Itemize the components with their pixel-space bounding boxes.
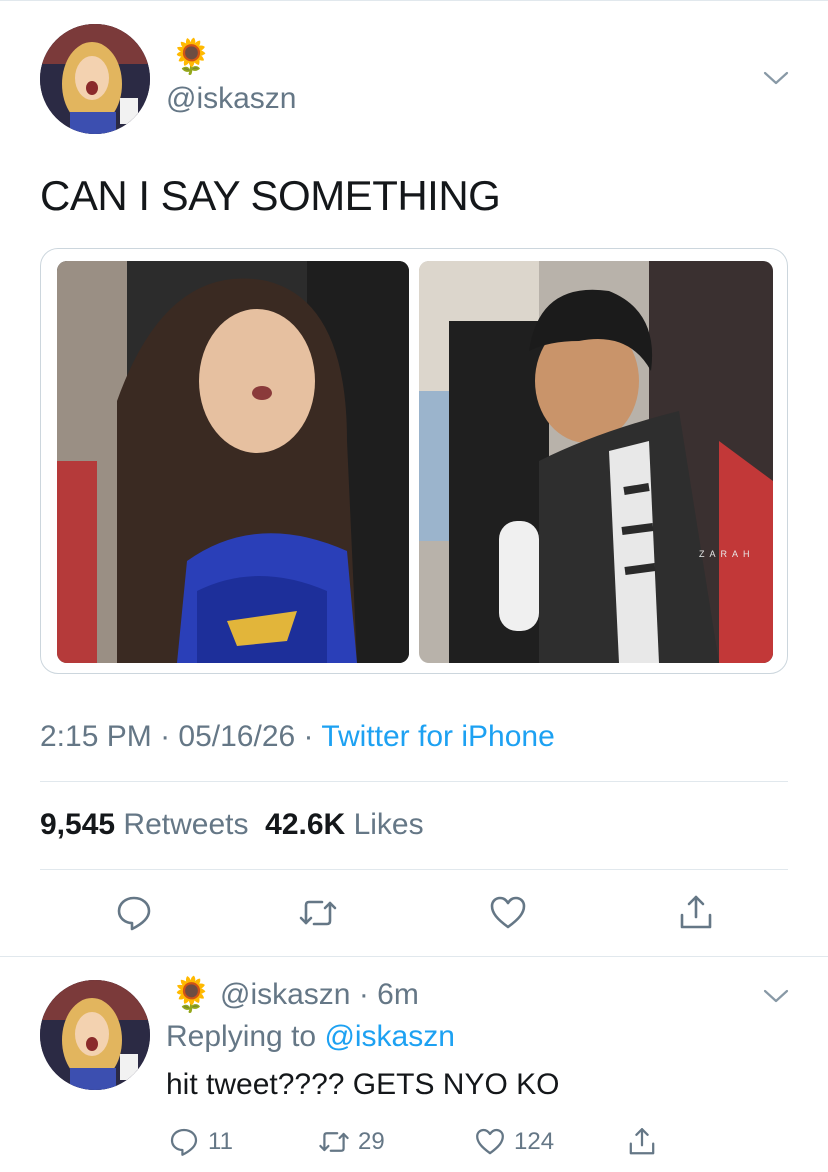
reply-retweet-button[interactable]: 29 <box>318 1124 385 1160</box>
reply-replies-count: 11 <box>208 1128 233 1155</box>
photo-right[interactable] <box>419 261 773 663</box>
share-button[interactable] <box>676 893 716 933</box>
reply-like-button[interactable]: 124 <box>474 1124 554 1160</box>
replying-to: Replying to @iskaszn <box>166 1020 455 1054</box>
tweet-stats: 9,545 Retweets 42.6K Likes <box>40 808 424 842</box>
heart-icon <box>476 1128 504 1155</box>
reply-button[interactable] <box>114 893 154 933</box>
top-divider <box>0 0 828 1</box>
chevron-down-icon[interactable] <box>762 68 790 88</box>
reply-text: hit tweet???? GETS NYO KO <box>166 1068 560 1101</box>
tweet-text: CAN I SAY SOMETHING <box>40 172 501 219</box>
sunflower-emoji: 🌻 <box>170 38 213 76</box>
sunflower-emoji: 🌻 <box>170 976 213 1014</box>
replying-label: Replying to <box>166 1020 317 1053</box>
reply-likes-count: 124 <box>514 1128 555 1155</box>
tweet-time: 2:15 PM <box>40 720 152 753</box>
avatar-photo <box>40 24 150 134</box>
speech-bubble-icon <box>170 1128 198 1156</box>
meta-separator: · <box>151 720 179 753</box>
reply-age: 6m <box>377 978 419 1011</box>
tweet-meta: 2:15 PM · 05/16/26 · Twitter for iPhone <box>40 720 555 754</box>
author-avatar[interactable] <box>40 24 150 134</box>
likes-stat[interactable]: 42.6K Likes <box>265 808 423 841</box>
divider <box>0 956 828 957</box>
retweets-count: 9,545 <box>40 808 116 841</box>
avatar-photo <box>40 980 150 1090</box>
reply-reply-button[interactable]: 11 <box>168 1124 233 1160</box>
meta-separator-2: · <box>295 720 322 753</box>
reply-handle-text: @iskaszn <box>220 978 351 1011</box>
likes-count: 42.6K <box>265 808 346 841</box>
retweet-arrows-icon <box>319 1132 349 1152</box>
photo-right-image <box>419 261 773 663</box>
tweet-date: 05/16/26 <box>178 720 296 753</box>
reply-retweets-count: 29 <box>358 1128 385 1155</box>
share-arrow-icon <box>680 895 712 929</box>
retweet-button[interactable] <box>298 893 338 933</box>
reply-author-handle[interactable]: @iskaszn · 6m <box>220 978 419 1012</box>
reply-author-avatar[interactable] <box>40 980 150 1090</box>
like-button[interactable] <box>488 893 528 933</box>
photo-left-image <box>57 261 409 663</box>
divider <box>40 869 788 870</box>
speech-bubble-icon <box>117 896 151 931</box>
photo-watermark: ZARAH <box>699 549 755 559</box>
retweets-stat[interactable]: 9,545 Retweets <box>40 808 248 841</box>
divider <box>40 781 788 782</box>
tweet-media[interactable]: ZARAH <box>40 248 788 674</box>
tweet-source-link[interactable]: Twitter for iPhone <box>321 720 554 753</box>
photo-left[interactable] <box>57 261 409 663</box>
likes-label: Likes <box>353 808 424 841</box>
heart-icon <box>490 896 526 929</box>
retweet-arrows-icon <box>299 900 337 926</box>
share-arrow-icon <box>629 1128 655 1155</box>
retweets-label: Retweets <box>123 808 249 841</box>
author-handle[interactable]: @iskaszn <box>166 82 297 116</box>
chevron-down-icon[interactable] <box>762 986 790 1006</box>
reply-share-button[interactable] <box>626 1124 658 1160</box>
replying-mention-link[interactable]: @iskaszn <box>324 1020 455 1053</box>
